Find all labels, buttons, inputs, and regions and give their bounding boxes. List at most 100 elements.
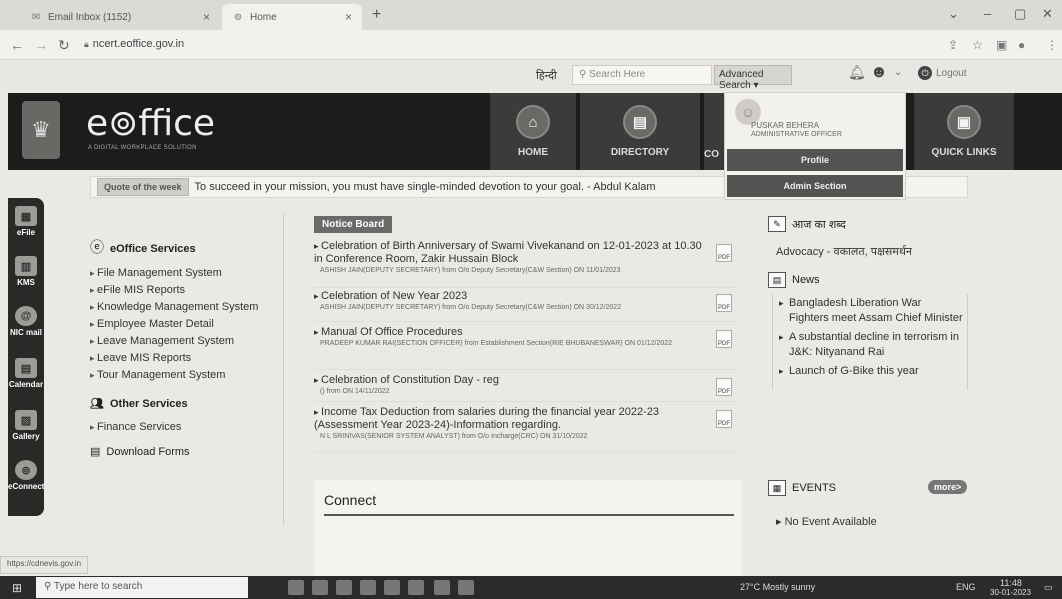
- page: हिन्दी ⚲ Search Here Advanced Search ▾ 🔔…: [0, 60, 1062, 576]
- tab-label: Home: [250, 11, 277, 23]
- events-heading: ▦ EVENTS: [768, 480, 836, 496]
- left-app-rail: ▦ eFile ▥ KMS @ NIC mail ▤ Calendar ▨ Gallery…: [8, 198, 44, 516]
- rail-kms[interactable]: ▥ KMS: [8, 256, 44, 287]
- task-view-icon[interactable]: [288, 580, 304, 595]
- service-link-employee-master[interactable]: Employee Master Detail: [90, 316, 258, 333]
- search-input[interactable]: ⚲ Search Here: [572, 65, 712, 85]
- notice-board: Notice Board Celebration of Birth Annive…: [314, 216, 742, 456]
- language-indicator[interactable]: ENG: [956, 582, 976, 592]
- nav-home[interactable]: ⌂ HOME: [490, 93, 576, 170]
- sidepanel-icon[interactable]: ▣: [996, 38, 1007, 52]
- chrome-icon[interactable]: [434, 580, 450, 595]
- pdf-icon[interactable]: PDF: [716, 330, 732, 348]
- bookmark-star-icon[interactable]: ☆: [972, 38, 983, 52]
- nav-directory[interactable]: ▤ DIRECTORY: [580, 93, 700, 170]
- user-icon[interactable]: ☻: [870, 62, 888, 82]
- logout-button[interactable]: ⏻ Logout: [918, 66, 967, 80]
- clock-time[interactable]: 11:48: [1000, 578, 1022, 588]
- rail-nicmail[interactable]: @ NIC mail: [8, 306, 44, 337]
- rail-efile[interactable]: ▦ eFile: [8, 206, 44, 237]
- file-explorer-icon[interactable]: [336, 580, 352, 595]
- profile-button[interactable]: Profile: [727, 149, 903, 171]
- maximize-icon[interactable]: ▢: [1014, 6, 1026, 22]
- notice-item[interactable]: Income Tax Deduction from salaries durin…: [314, 406, 738, 452]
- service-link-efile-mis[interactable]: eFile MIS Reports: [90, 282, 258, 299]
- word-of-day-heading: ✎ आज का शब्द: [768, 216, 846, 232]
- calendar-icon: ▤: [15, 358, 37, 378]
- service-link-file-management[interactable]: File Management System: [90, 265, 258, 282]
- notice-board-title: Notice Board: [314, 216, 393, 233]
- reload-icon[interactable]: ↻: [58, 37, 70, 54]
- news-item[interactable]: Bangladesh Liberation War Fighters meet …: [773, 294, 967, 328]
- tab-search-icon[interactable]: ⌄: [948, 6, 959, 22]
- chevron-down-icon[interactable]: ⌄: [894, 67, 902, 78]
- quote-text: To succeed in your mission, you must hav…: [194, 181, 656, 193]
- pdf-icon[interactable]: PDF: [716, 244, 732, 262]
- admin-section-button[interactable]: Admin Section: [727, 175, 903, 197]
- eoffice-icon: ⊚: [233, 11, 243, 23]
- nav-co[interactable]: CO: [704, 93, 726, 170]
- mail-icon: ✉: [31, 11, 41, 23]
- power-icon: ⏻: [918, 66, 932, 80]
- logo-tagline: A DIGITAL WORKPLACE SOLUTION: [88, 145, 197, 151]
- minimize-icon[interactable]: –: [984, 6, 991, 21]
- service-link-leave-management[interactable]: Leave Management System: [90, 333, 258, 350]
- close-icon[interactable]: ×: [345, 10, 352, 24]
- rail-econnect[interactable]: ⊚ eConnect: [8, 460, 44, 491]
- news-item[interactable]: A substantial decline in terrorism in J&…: [773, 328, 967, 362]
- weather-widget[interactable]: 27°C Mostly sunny: [740, 582, 815, 592]
- pdf-icon[interactable]: PDF: [716, 378, 732, 396]
- notice-item[interactable]: Celebration of New Year 2023 ASHISH JAIN…: [314, 290, 738, 322]
- url-field[interactable]: 🔒︎ ncert.eoffice.gov.in: [84, 38, 184, 50]
- address-bar: ← → ↻ 🔒︎ ncert.eoffice.gov.in ⇪ ☆ ▣ ● ⋮: [0, 30, 1062, 60]
- notice-item[interactable]: Manual Of Office Procedures PRADEEP KUMA…: [314, 326, 738, 370]
- service-link-tour-management[interactable]: Tour Management System: [90, 367, 258, 384]
- tab-home[interactable]: ⊚ Home ×: [222, 4, 362, 30]
- new-tab-button[interactable]: +: [372, 6, 381, 24]
- pdf-icon[interactable]: PDF: [716, 294, 732, 312]
- news-item[interactable]: Launch of G-Bike this year: [773, 362, 967, 381]
- profile-avatar-icon[interactable]: ●: [1018, 38, 1025, 52]
- people-icon: 👥︎: [90, 398, 104, 410]
- advanced-search-dropdown[interactable]: Advanced Search ▾: [714, 65, 792, 91]
- menu-icon[interactable]: ⋮: [1046, 38, 1058, 52]
- eoffice-services-list: File Management System eFile MIS Reports…: [90, 265, 258, 384]
- back-icon[interactable]: ←: [10, 37, 24, 53]
- app-icon[interactable]: [458, 580, 474, 595]
- nicmail-icon: @: [15, 306, 37, 326]
- national-emblem-logo: ♛: [22, 101, 60, 159]
- rail-gallery[interactable]: ▨ Gallery: [8, 410, 44, 441]
- lock-icon: 🔒︎: [84, 39, 89, 49]
- quote-badge: Quote of the week: [97, 178, 189, 196]
- notification-center-icon[interactable]: ▭: [1044, 582, 1053, 593]
- app-icon[interactable]: [408, 580, 424, 595]
- tab-email[interactable]: ✉ Email Inbox (1152) ×: [20, 4, 220, 30]
- directory-icon: ▤: [623, 105, 657, 139]
- hindi-language-link[interactable]: हिन्दी: [536, 68, 557, 83]
- download-forms-link[interactable]: ▤ Download Forms: [90, 445, 190, 458]
- more-events-button[interactable]: more>: [928, 480, 968, 494]
- service-link-finance[interactable]: Finance Services: [90, 419, 181, 436]
- share-icon[interactable]: ⇪: [948, 38, 958, 52]
- service-link-knowledge-management[interactable]: Knowledge Management System: [90, 299, 258, 316]
- pdf-icon[interactable]: PDF: [716, 410, 732, 428]
- notice-item[interactable]: Celebration of Birth Anniversary of Swam…: [314, 240, 738, 288]
- nav-quick-links[interactable]: ▣ QUICK LINKS: [914, 93, 1014, 170]
- taskbar-search-input[interactable]: ⚲ Type here to search: [36, 577, 248, 598]
- os-taskbar: ⊞ ⚲ Type here to search 27°C Mostly sunn…: [0, 576, 1062, 599]
- windows-start-icon[interactable]: ⊞: [12, 581, 22, 595]
- service-link-leave-mis[interactable]: Leave MIS Reports: [90, 350, 258, 367]
- notice-item[interactable]: Celebration of Constitution Day - reg ()…: [314, 374, 738, 402]
- mail-app-icon[interactable]: [360, 580, 376, 595]
- rail-calendar[interactable]: ▤ Calendar: [8, 358, 44, 389]
- other-services-heading: 👥︎ Other Services: [90, 398, 188, 410]
- close-icon[interactable]: ×: [203, 10, 210, 24]
- forward-icon[interactable]: →: [34, 37, 48, 53]
- notification-icon[interactable]: 🔔︎: [848, 64, 866, 81]
- calendar-icon: ▦: [768, 480, 786, 496]
- store-icon[interactable]: [384, 580, 400, 595]
- edge-icon[interactable]: [312, 580, 328, 595]
- close-window-icon[interactable]: ✕: [1042, 6, 1053, 22]
- clock-date[interactable]: 30-01-2023: [990, 588, 1031, 597]
- news-heading: ▤ News: [768, 272, 820, 288]
